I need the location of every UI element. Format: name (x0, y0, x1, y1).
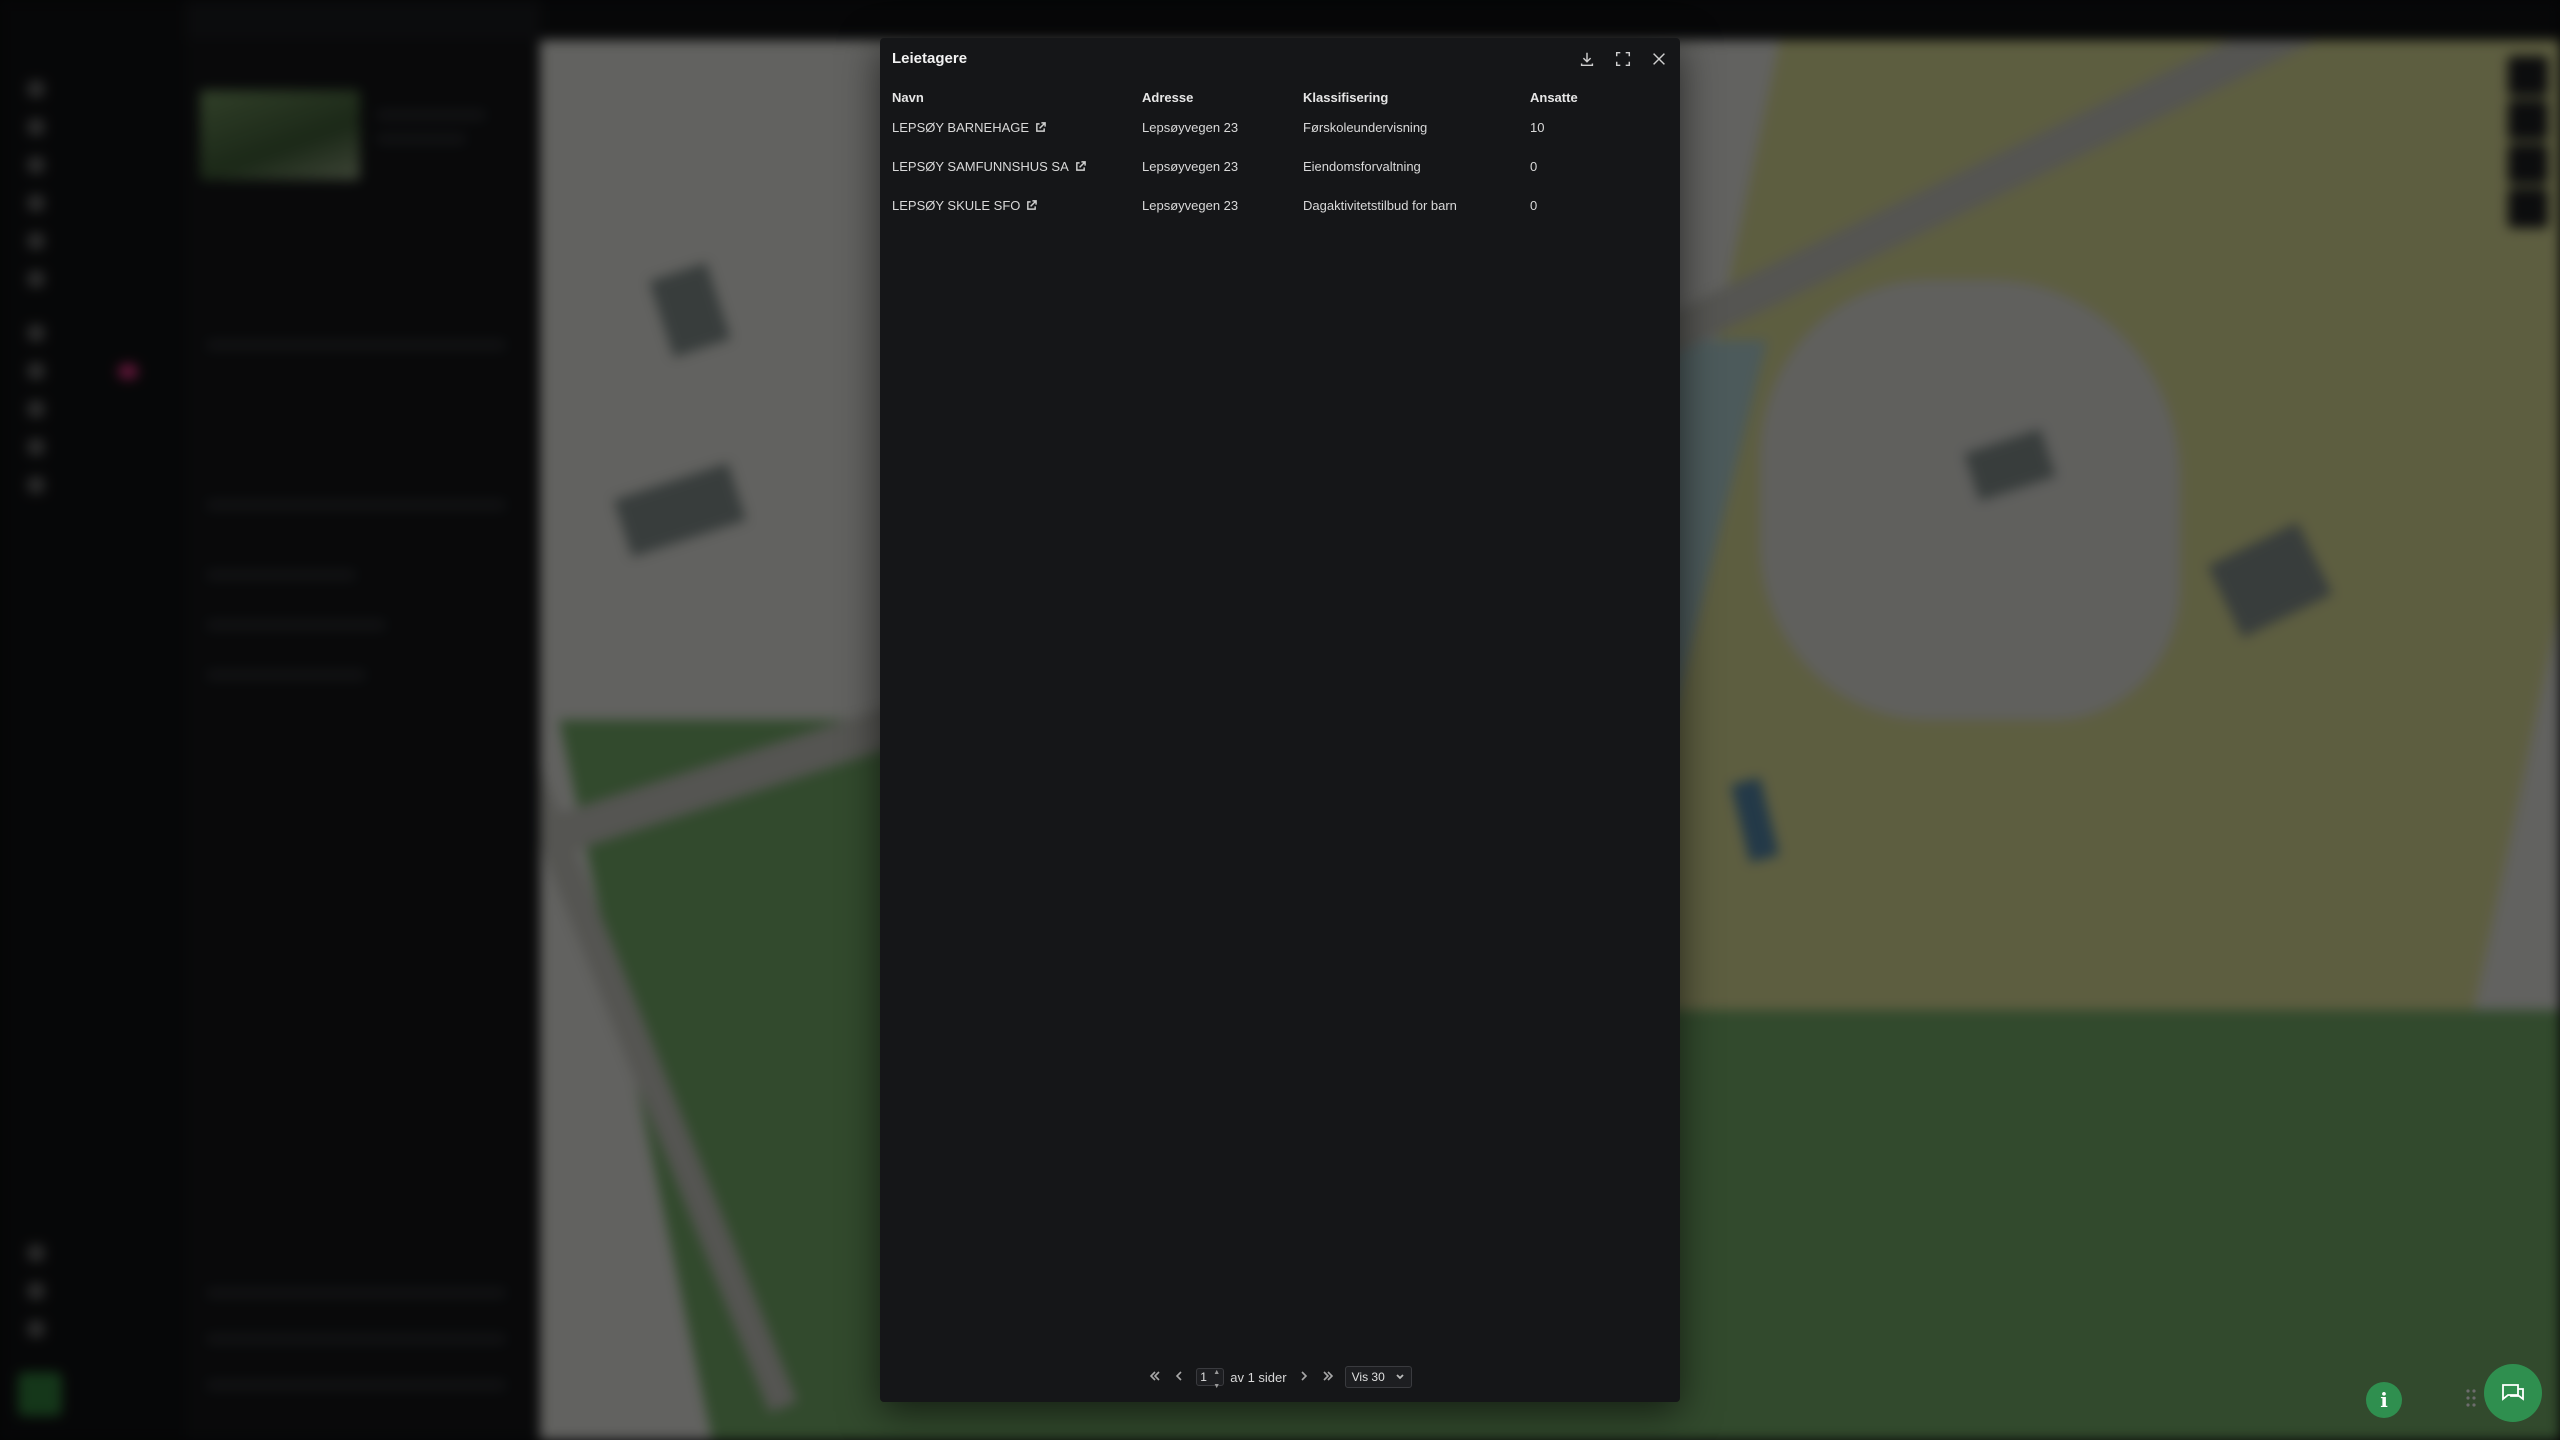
tenant-address: Lepsøyvegen 23 (1142, 120, 1239, 135)
tenant-name-link[interactable]: LEPSØY SAMFUNNSHUS SA (892, 159, 1142, 174)
tenant-classification: Eiendomsforvaltning (1303, 159, 1421, 174)
chevrons-left-icon (1150, 1370, 1160, 1381)
external-link-icon (1075, 161, 1086, 171)
close-icon (1653, 53, 1665, 65)
pagination: 1 ▲ ▼ av 1 sider Vis 30 (880, 1366, 1680, 1390)
last-page-button[interactable] (1321, 1369, 1335, 1386)
tenant-address: Lepsøyvegen 23 (1142, 159, 1239, 174)
chat-icon (2502, 1384, 2524, 1401)
tenant-employees: 10 (1530, 120, 1545, 135)
info-button[interactable]: i (2366, 1382, 2402, 1418)
fullscreen-button[interactable] (1612, 48, 1634, 70)
column-header-name[interactable]: Navn (892, 86, 1142, 108)
drag-handle-icon[interactable] (2464, 1386, 2478, 1410)
modal-actions (1576, 48, 1670, 70)
column-header-address[interactable]: Adresse (1142, 86, 1303, 108)
chevrons-right-icon (1323, 1370, 1333, 1381)
chevron-left-icon (1176, 1370, 1182, 1381)
page-stepper-icon[interactable]: ▲ ▼ (1213, 1363, 1220, 1391)
column-header-classification[interactable]: Klassifisering (1303, 86, 1530, 108)
table-row: LEPSØY BARNEHAGE Lepsøyvegen 23 Førskole… (892, 108, 1650, 147)
chat-button[interactable] (2484, 1364, 2542, 1422)
table-row: LEPSØY SKULE SFO Lepsøyvegen 23 Dagaktiv… (892, 186, 1650, 225)
tenant-employees: 0 (1530, 159, 1538, 174)
page-total-label: av 1 sider (1230, 1369, 1287, 1385)
tenants-table: Navn Adresse Klassifisering Ansatte LEPS… (892, 86, 1650, 225)
tenants-modal: Leietagere Navn Adresse Klassifisering A… (880, 38, 1680, 1402)
table-row: LEPSØY SAMFUNNSHUS SA Lepsøyvegen 23 Eie… (892, 147, 1650, 186)
tenant-name-link[interactable]: LEPSØY BARNEHAGE (892, 120, 1142, 135)
chevron-right-icon (1301, 1370, 1307, 1381)
external-link-icon (1027, 200, 1038, 210)
column-header-employees[interactable]: Ansatte (1530, 86, 1650, 108)
download-button[interactable] (1576, 48, 1598, 70)
chevron-down-icon (1396, 1374, 1404, 1380)
page-number-input[interactable]: 1 ▲ ▼ (1196, 1368, 1225, 1390)
external-link-icon (1036, 122, 1046, 132)
tenant-classification: Dagaktivitetstilbud for barn (1303, 198, 1457, 213)
close-button[interactable] (1648, 48, 1670, 70)
tenant-name-link[interactable]: LEPSØY SKULE SFO (892, 198, 1142, 213)
next-page-button[interactable] (1297, 1369, 1311, 1386)
tenant-employees: 0 (1530, 198, 1538, 213)
download-icon (1580, 52, 1594, 67)
tenant-classification: Førskoleundervisning (1303, 120, 1428, 135)
table-header-row: Navn Adresse Klassifisering Ansatte (892, 86, 1650, 108)
modal-title: Leietagere (892, 50, 968, 67)
tenant-address: Lepsøyvegen 23 (1142, 198, 1239, 213)
first-page-button[interactable] (1148, 1369, 1162, 1386)
previous-page-button[interactable] (1172, 1369, 1186, 1386)
expand-icon (1615, 51, 1631, 67)
per-page-select[interactable]: Vis 30 (1344, 1366, 1412, 1388)
